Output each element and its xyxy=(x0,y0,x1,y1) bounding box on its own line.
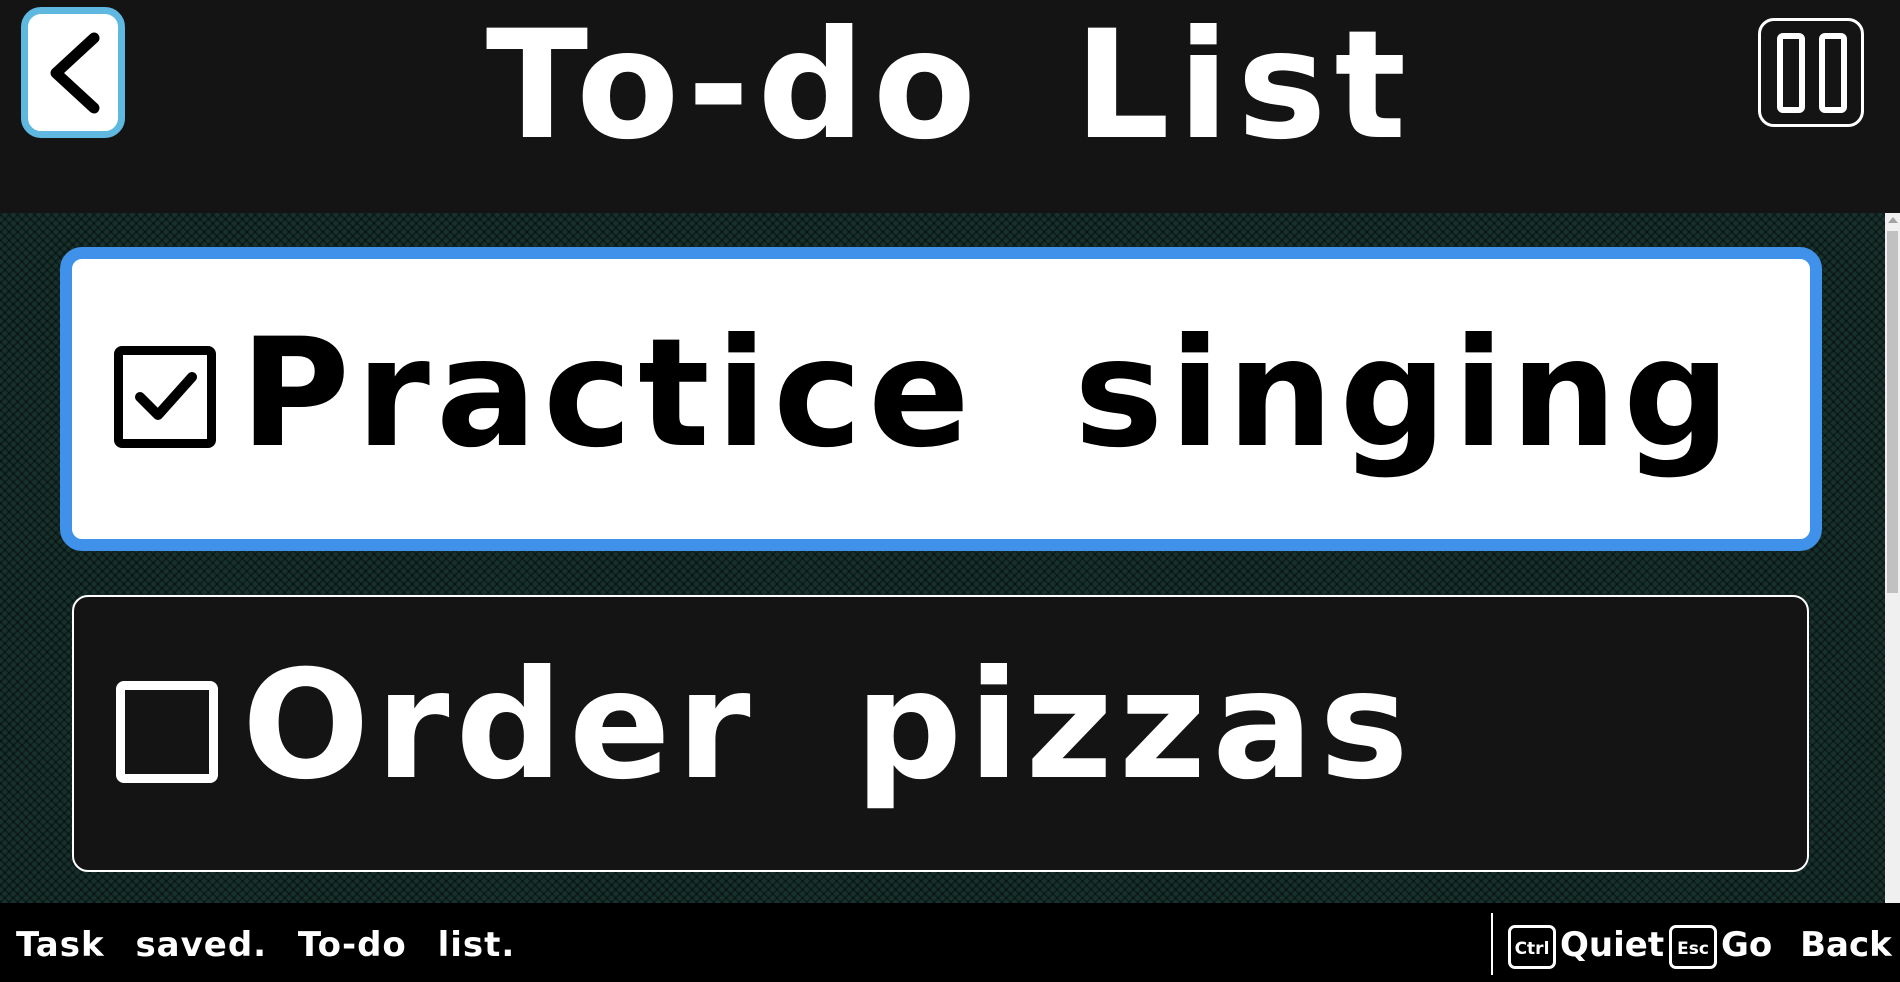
status-divider xyxy=(1491,913,1493,975)
checkbox-unchecked[interactable] xyxy=(116,681,218,783)
checkbox-checked[interactable] xyxy=(114,346,216,448)
scroll-up-arrow-icon[interactable] xyxy=(1888,217,1898,223)
page-title: To-do List xyxy=(485,0,1415,173)
task-item-practice-singing[interactable]: Practice singing xyxy=(60,247,1822,551)
scroll-thumb[interactable] xyxy=(1887,231,1898,593)
hint-label: Go Back xyxy=(1721,925,1892,965)
task-label: Order pizzas xyxy=(242,639,1415,813)
hint-quiet[interactable]: Ctrl Quiet xyxy=(1508,925,1664,969)
hint-label: Quiet xyxy=(1560,925,1665,965)
task-item-order-pizzas[interactable]: Order pizzas xyxy=(72,595,1809,872)
task-label: Practice singing xyxy=(240,307,1737,481)
status-bar: Task saved. To-do list. Ctrl Quiet Esc Go … xyxy=(0,903,1900,982)
header-bar: To-do List xyxy=(0,0,1900,213)
pause-button[interactable] xyxy=(1758,18,1864,127)
status-message: Task saved. To-do list. xyxy=(16,925,516,965)
ctrl-key-icon: Ctrl xyxy=(1508,925,1556,969)
esc-key-icon: Esc xyxy=(1669,925,1717,969)
task-list: Practice singing Order pizzas xyxy=(0,213,1885,903)
hint-go-back[interactable]: Esc Go Back xyxy=(1669,925,1892,969)
checkmark-icon xyxy=(135,372,197,420)
scrollbar[interactable] xyxy=(1885,213,1900,903)
